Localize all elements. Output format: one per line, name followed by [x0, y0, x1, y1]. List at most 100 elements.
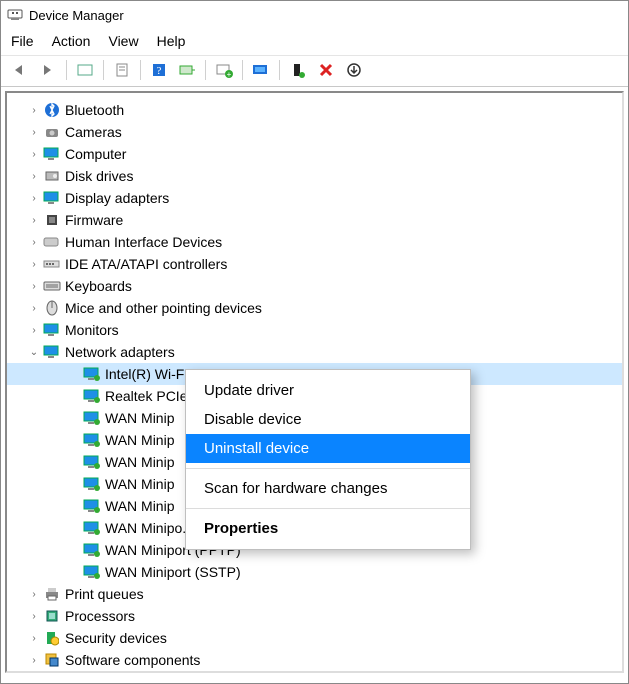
forward-button[interactable] [35, 58, 61, 82]
tree-category[interactable]: ›Bluetooth [7, 99, 622, 121]
tree-category-label: Computer [65, 146, 126, 162]
tree-category[interactable]: ›Display adapters [7, 187, 622, 209]
titlebar: Device Manager [1, 1, 628, 29]
add-legacy-button[interactable]: + [211, 58, 237, 82]
show-hidden-button[interactable] [72, 58, 98, 82]
tree-category-label: Keyboards [65, 278, 132, 294]
menu-view[interactable]: View [108, 33, 138, 49]
toolbar-sep [140, 60, 141, 80]
menubar: File Action View Help [1, 29, 628, 55]
net-adapter-icon [83, 564, 101, 580]
menu-file[interactable]: File [11, 33, 34, 49]
menu-help[interactable]: Help [157, 33, 186, 49]
chevron-right-icon[interactable]: › [27, 171, 41, 182]
scan-hardware-button[interactable] [248, 58, 274, 82]
enable-device-button[interactable] [285, 58, 311, 82]
chevron-right-icon[interactable]: › [27, 611, 41, 622]
svg-text:?: ? [157, 65, 162, 77]
net-adapter-icon [83, 476, 101, 492]
chevron-right-icon[interactable]: › [27, 633, 41, 644]
chevron-right-icon[interactable]: › [27, 127, 41, 138]
chevron-right-icon[interactable]: › [27, 215, 41, 226]
toolbar-sep [279, 60, 280, 80]
tree-category[interactable]: › Security devices [7, 627, 622, 649]
mouse-icon [43, 300, 61, 316]
tree-device-label: WAN Minip [105, 410, 175, 426]
chevron-right-icon[interactable]: › [27, 149, 41, 160]
scan-down-button[interactable] [341, 58, 367, 82]
net-adapter-icon [83, 454, 101, 470]
monitor-icon [43, 190, 61, 206]
tree-category[interactable]: ⌄Network adapters [7, 341, 622, 363]
app-icon [7, 7, 23, 23]
tree-device[interactable]: WAN Miniport (SSTP) [7, 561, 622, 583]
tree-category-label: Processors [65, 608, 135, 624]
remove-device-button[interactable] [313, 58, 339, 82]
tree-device-label: WAN Minip [105, 454, 175, 470]
context-menu-item[interactable]: Disable device [186, 405, 470, 434]
tree-device-label: WAN Minip [105, 432, 175, 448]
properties-button[interactable] [109, 58, 135, 82]
chevron-right-icon[interactable]: › [27, 303, 41, 314]
net-adapter-icon [83, 542, 101, 558]
tree-category[interactable]: › Print queues [7, 583, 622, 605]
tree-category-label: Firmware [65, 212, 123, 228]
tree-category-label: Monitors [65, 322, 119, 338]
monitor-icon [43, 344, 61, 360]
toolbar-sep [242, 60, 243, 80]
monitor-icon [43, 322, 61, 338]
context-menu-item[interactable]: Scan for hardware changes [186, 474, 470, 503]
chevron-right-icon[interactable]: › [27, 655, 41, 666]
keyboard-icon [43, 278, 61, 294]
chevron-right-icon[interactable]: › [27, 325, 41, 336]
tree-category[interactable]: › Disk drives [7, 165, 622, 187]
tree-category[interactable]: › Keyboards [7, 275, 622, 297]
help-button[interactable]: ? [146, 58, 172, 82]
context-menu-item[interactable]: Uninstall device [186, 434, 470, 463]
chevron-right-icon[interactable]: › [27, 589, 41, 600]
tree-category-label: Disk drives [65, 168, 133, 184]
net-adapter-icon [83, 520, 101, 536]
tree-device-label: WAN Minip [105, 498, 175, 514]
tree-category-label: Cameras [65, 124, 122, 140]
tree-category[interactable]: › Monitors [7, 319, 622, 341]
chevron-right-icon[interactable]: › [27, 259, 41, 270]
chevron-right-icon[interactable]: › [27, 281, 41, 292]
tree-category[interactable]: › Software components [7, 649, 622, 671]
tree-category[interactable]: ›IDE ATA/ATAPI controllers [7, 253, 622, 275]
tree-category[interactable]: ›Human Interface Devices [7, 231, 622, 253]
tree-category[interactable]: ›Mice and other pointing devices [7, 297, 622, 319]
context-menu-separator [186, 468, 470, 469]
tree-category[interactable]: › Processors [7, 605, 622, 627]
menu-action[interactable]: Action [52, 33, 91, 49]
net-adapter-icon [83, 366, 101, 382]
chip-icon [43, 212, 61, 228]
net-adapter-icon [83, 498, 101, 514]
chevron-down-icon[interactable]: ⌄ [27, 347, 41, 358]
tree-device-label: WAN Minip [105, 476, 175, 492]
security-icon [43, 630, 61, 646]
tree-category-label: Print queues [65, 586, 144, 602]
tree-device-label: Intel(R) Wi-F [105, 366, 184, 382]
back-button[interactable] [7, 58, 33, 82]
tree-category-label: Software components [65, 652, 200, 668]
tree-category[interactable]: › Computer [7, 143, 622, 165]
disk-icon [43, 168, 61, 184]
context-menu-item[interactable]: Update driver [186, 376, 470, 405]
chevron-right-icon[interactable]: › [27, 237, 41, 248]
tree-category[interactable]: › Firmware [7, 209, 622, 231]
chevron-right-icon[interactable]: › [27, 105, 41, 116]
camera-icon [43, 124, 61, 140]
update-driver-button[interactable] [174, 58, 200, 82]
printer-icon [43, 586, 61, 602]
net-adapter-icon [83, 388, 101, 404]
cpu-icon [43, 608, 61, 624]
chevron-right-icon[interactable]: › [27, 193, 41, 204]
context-menu-item[interactable]: Properties [186, 514, 470, 543]
tree-category[interactable]: › Cameras [7, 121, 622, 143]
tree-category-label: Security devices [65, 630, 167, 646]
hid-icon [43, 234, 61, 250]
software-icon [43, 652, 61, 668]
net-adapter-icon [83, 432, 101, 448]
ide-icon [43, 256, 61, 272]
